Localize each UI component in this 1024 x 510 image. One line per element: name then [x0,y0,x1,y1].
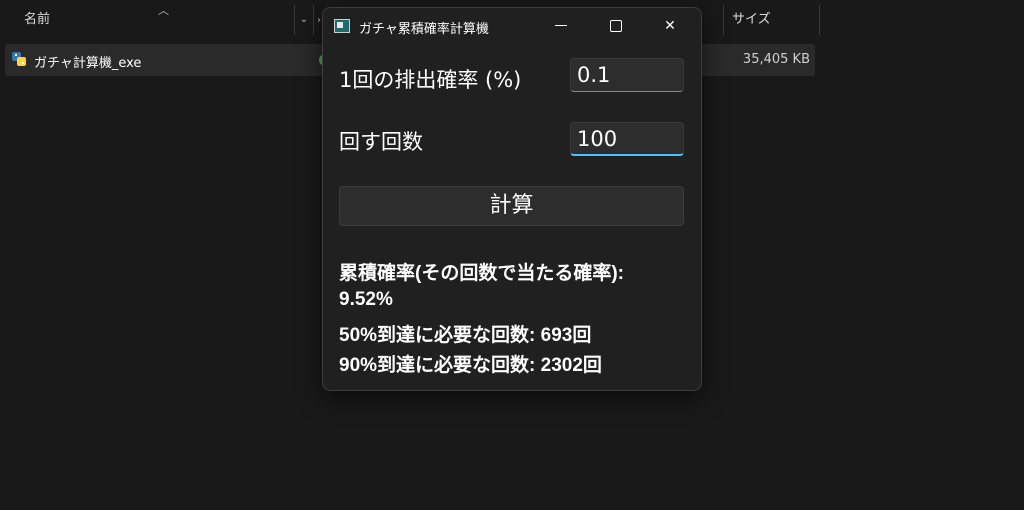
count-input[interactable] [570,122,684,156]
result-cumulative-label: 累積確率(その回数で当たる確率): [339,263,624,284]
column-header-name[interactable]: 名前 ︿ ⌄ [0,4,314,35]
gacha-calculator-window: ガチャ累積確率計算機 ✕ 1回の排出確率 (%) 回す回数 計算 累積確率(その… [322,7,702,391]
app-window-icon [334,19,350,33]
chevron-icon: › [317,15,321,26]
file-size: 35,405 KB [742,52,810,67]
maximize-button[interactable] [592,8,638,44]
maximize-icon [610,20,622,32]
count-label: 回す回数 [339,130,423,154]
window-titlebar[interactable]: ガチャ累積確率計算機 ✕ [323,8,701,44]
sort-ascending-icon: ︿ [158,4,169,17]
result-50-percent: 50%到達に必要な回数: 693回 [339,325,592,346]
minimize-button[interactable] [538,8,584,44]
column-header-collapsed[interactable]: › [314,5,322,35]
rate-label: 1回の排出確率 (%) [339,68,522,92]
close-button[interactable]: ✕ [647,8,693,44]
close-icon: ✕ [664,18,676,34]
column-header-name-label: 名前 [24,12,51,27]
minimize-icon [555,25,567,26]
rate-input[interactable] [570,58,684,92]
column-filter-dropdown-icon[interactable]: ⌄ [294,5,313,35]
result-cumulative-value: 9.52% [339,289,393,310]
column-header-size[interactable]: サイズ [724,5,820,35]
column-header-type[interactable] [700,5,724,35]
calculate-button[interactable]: 計算 [339,186,684,226]
python-file-icon [12,52,26,66]
file-name: ガチャ計算機_exe [34,56,142,71]
column-header-size-label: サイズ [732,12,771,27]
window-title: ガチャ累積確率計算機 [359,22,489,37]
result-90-percent: 90%到達に必要な回数: 2302回 [339,355,602,376]
